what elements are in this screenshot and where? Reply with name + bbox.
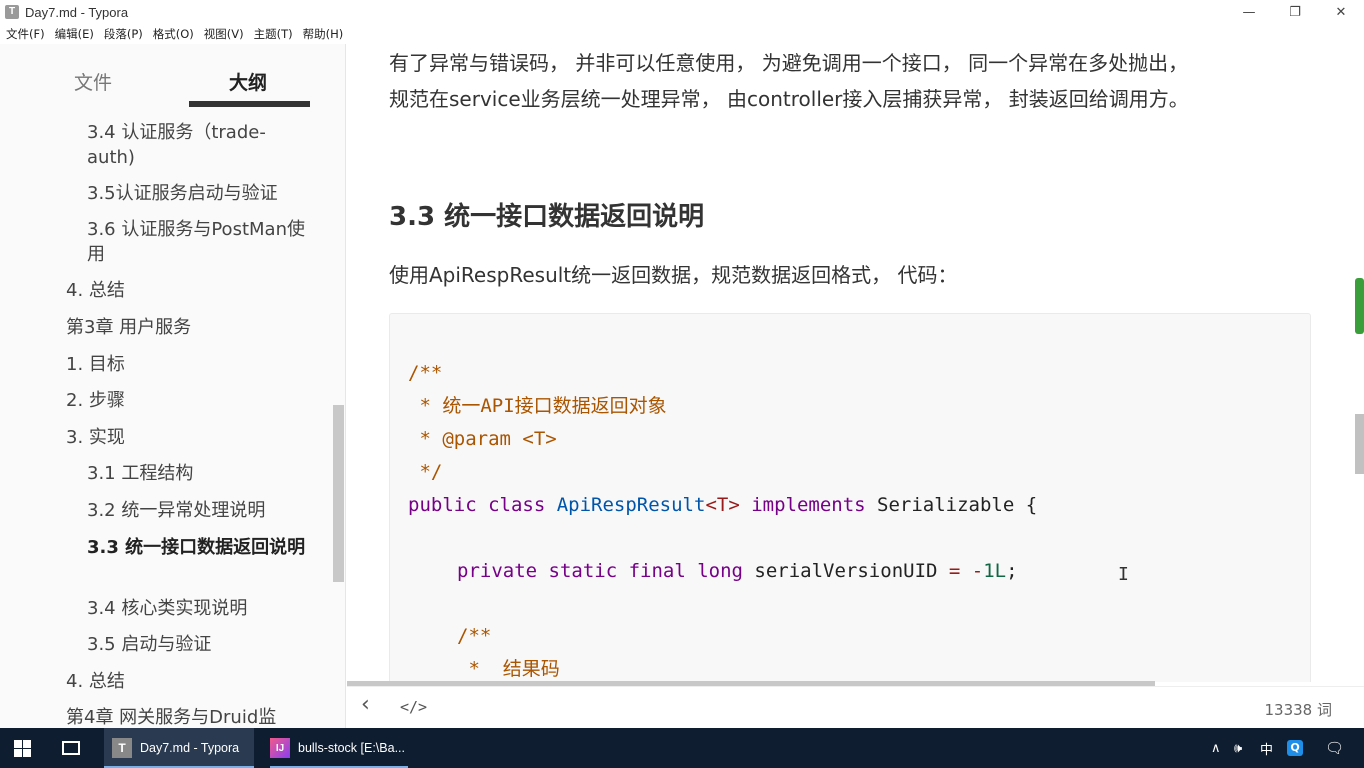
- outline-item[interactable]: 4. 总结: [66, 669, 306, 694]
- paragraph-line: 规范在service业务层统一处理异常， 由controller接入层捕获异常，…: [389, 87, 1189, 111]
- outline-item[interactable]: 2. 步骤: [66, 388, 306, 413]
- menu-format[interactable]: 格式(O): [149, 26, 198, 42]
- code-line: public class ApiRespResult<T> implements…: [408, 492, 1037, 518]
- code-line: private static final long serialVersionU…: [457, 558, 1018, 584]
- code-token: implements: [739, 494, 878, 516]
- source-code-icon[interactable]: </>: [400, 698, 427, 716]
- notification-icon[interactable]: 🗨: [1325, 728, 1344, 768]
- volume-icon[interactable]: 🕪: [1234, 728, 1242, 768]
- status-bar: ‹ </> 13338 词: [347, 686, 1364, 728]
- code-token: public class: [408, 494, 557, 516]
- tab-outline[interactable]: 大纲: [229, 68, 267, 95]
- scroll-marker: [1355, 278, 1364, 334]
- typora-icon: T: [112, 738, 132, 758]
- task-label: bulls-stock [E:\Ba...: [298, 741, 405, 755]
- minimize-button[interactable]: —: [1226, 0, 1272, 24]
- outline-item[interactable]: 3.2 统一异常处理说明: [87, 498, 327, 523]
- code-token: ;: [1006, 560, 1018, 582]
- qq-icon[interactable]: Q: [1287, 728, 1303, 768]
- title-bar: T Day7.md - Typora — ❐ ✕: [0, 0, 1364, 24]
- sidebar-scrollbar[interactable]: [333, 405, 344, 582]
- code-line: */: [408, 461, 443, 483]
- menu-view[interactable]: 视图(V): [200, 26, 248, 42]
- window-title: Day7.md - Typora: [25, 4, 129, 20]
- tab-files[interactable]: 文件: [74, 68, 112, 95]
- outline-item[interactable]: 3.4 认证服务（trade-auth): [87, 120, 287, 170]
- code-token: private static final long: [457, 560, 755, 582]
- outline-item[interactable]: 3. 实现: [66, 425, 306, 450]
- window-controls: — ❐ ✕: [1226, 0, 1364, 24]
- menu-file[interactable]: 文件(F): [2, 26, 49, 42]
- code-token: 1L: [983, 560, 1007, 582]
- code-block[interactable]: /** * 统一API接口数据返回对象 * @param <T> */ publ…: [389, 313, 1311, 682]
- outline-item[interactable]: 4. 总结: [66, 278, 306, 303]
- outline-item[interactable]: 第3章 用户服务: [66, 315, 306, 340]
- task-view-icon[interactable]: [62, 741, 80, 755]
- outline-item[interactable]: 3.4 核心类实现说明: [87, 596, 327, 621]
- code-line: /**: [408, 362, 443, 384]
- text-cursor-icon: I: [1118, 564, 1129, 585]
- code-line: * 结果码: [457, 658, 560, 680]
- restore-button[interactable]: ❐: [1272, 0, 1318, 24]
- sidebar: 文件 大纲 3.4 认证服务（trade-auth) 3.5认证服务启动与验证 …: [0, 44, 346, 728]
- paragraph: 使用ApiRespResult统一返回数据，规范数据返回格式， 代码：: [389, 263, 958, 287]
- code-token: <T>: [705, 494, 740, 516]
- code-line: * 统一API接口数据返回对象: [408, 395, 667, 417]
- menu-paragraph[interactable]: 段落(P): [100, 26, 147, 42]
- editor-scrollbar[interactable]: [1355, 414, 1364, 474]
- menu-edit[interactable]: 编辑(E): [51, 26, 98, 42]
- outline-item-active[interactable]: 3.3 统一接口数据返回说明: [87, 535, 309, 560]
- code-line: /**: [457, 625, 492, 647]
- tray-chevron-icon[interactable]: ∧: [1211, 728, 1221, 768]
- section-heading: 3.3 统一接口数据返回说明: [389, 202, 705, 232]
- code-token: ApiRespResult: [556, 494, 706, 516]
- menu-bar: 文件(F) 编辑(E) 段落(P) 格式(O) 视图(V) 主题(T) 帮助(H…: [0, 24, 1364, 44]
- outline-item[interactable]: 1. 目标: [66, 352, 306, 377]
- menu-help[interactable]: 帮助(H): [299, 26, 348, 42]
- outline-item[interactable]: 3.5 启动与验证: [87, 632, 327, 657]
- close-button[interactable]: ✕: [1318, 0, 1364, 24]
- taskbar: T Day7.md - Typora IJ bulls-stock [E:\Ba…: [0, 728, 1364, 768]
- taskbar-item-typora[interactable]: T Day7.md - Typora: [104, 728, 254, 768]
- editor-area[interactable]: 有了异常与错误码， 并非可以任意使用， 为避免调用一个接口， 同一个异常在多处抛…: [347, 44, 1364, 682]
- typora-app-icon: T: [5, 5, 19, 19]
- code-token: = -: [948, 560, 984, 582]
- code-token: Serializable {: [877, 494, 1038, 516]
- active-tab-indicator: [189, 101, 310, 107]
- intellij-icon: IJ: [270, 738, 290, 758]
- outline-item[interactable]: 3.5认证服务启动与验证: [87, 181, 327, 206]
- word-count[interactable]: 13338 词: [1265, 699, 1333, 720]
- code-line: * @param <T>: [408, 428, 557, 450]
- outline-item[interactable]: 第4章 网关服务与Druid监: [66, 705, 326, 728]
- menu-theme[interactable]: 主题(T): [250, 26, 297, 42]
- ime-indicator[interactable]: 中: [1260, 728, 1273, 768]
- sidebar-tabs: 文件 大纲: [0, 44, 345, 110]
- code-token: serialVersionUID: [754, 560, 949, 582]
- paragraph-line: 有了异常与错误码， 并非可以任意使用， 为避免调用一个接口， 同一个异常在多处抛…: [389, 51, 1189, 75]
- taskbar-item-intellij[interactable]: IJ bulls-stock [E:\Ba...: [262, 728, 416, 768]
- chevron-left-icon[interactable]: ‹: [361, 692, 370, 717]
- outline-item[interactable]: 3.6 认证服务与PostMan使用: [87, 217, 307, 267]
- outline-item[interactable]: 3.1 工程结构: [87, 461, 327, 486]
- task-label: Day7.md - Typora: [140, 741, 240, 755]
- qq-icon-glyph: Q: [1287, 740, 1303, 756]
- windows-start-icon[interactable]: [14, 740, 31, 757]
